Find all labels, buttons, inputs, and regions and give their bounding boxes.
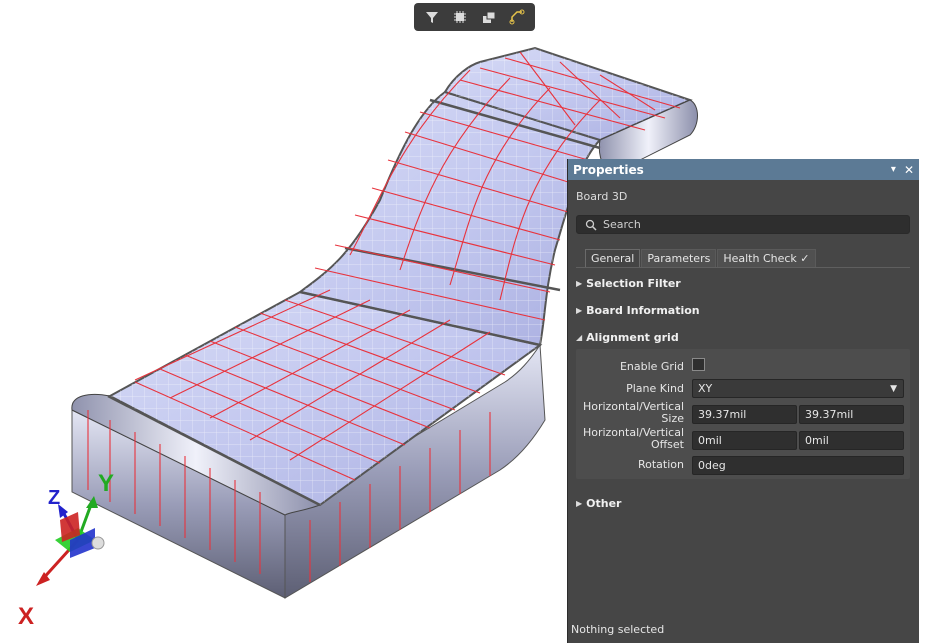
y-axis-label: Y [98,470,115,497]
pin-dropdown-icon[interactable]: ▾ [891,164,896,175]
size-horizontal-value: 39.37mil [698,408,747,421]
tab-general-label: General [591,252,635,265]
rotation-value: 0deg [698,459,726,472]
size-label: Horizontal/Vertical Size [583,401,684,425]
chip-select-icon [454,11,467,23]
chevron-right-icon: ▶ [576,279,583,288]
section-board-information-label: Board Information [586,304,700,317]
offset-label: Horizontal/Vertical Offset [583,427,684,451]
section-other-label: Other [586,497,622,510]
tab-general[interactable]: General [585,249,641,267]
layers-button[interactable] [478,6,500,28]
offset-horizontal-value: 0mil [698,434,722,447]
chip-select-button[interactable] [449,6,471,28]
rotation-field[interactable]: 0deg [692,456,904,475]
route-icon [509,9,525,25]
x-axis-label: X [18,603,35,630]
route-button[interactable] [506,6,528,28]
size-vertical-field[interactable]: 39.37mil [799,405,904,424]
tab-health-check-label: Health Check [723,252,797,265]
close-icon[interactable]: ✕ [904,163,914,177]
panel-title: Properties [573,162,644,177]
plane-kind-label: Plane Kind [626,382,684,395]
enable-grid-label: Enable Grid [619,360,684,373]
check-icon: ✓ [800,252,810,265]
rotation-label: Rotation [637,458,684,471]
section-board-information[interactable]: ▶ Board Information [576,304,700,317]
section-selection-filter-label: Selection Filter [586,277,681,290]
alignment-grid-properties: Enable Grid Plane Kind XY ▼ Horizontal/V… [576,349,910,479]
panel-subtitle: Board 3D [576,190,628,203]
plane-kind-value: XY [698,382,713,395]
size-vertical-value: 39.37mil [805,408,854,421]
chevron-right-icon: ▶ [576,499,583,508]
offset-label-line2: Offset [650,438,684,451]
chevron-right-icon: ▶ [576,306,583,315]
z-axis-label: Z [48,487,61,509]
tab-divider [576,267,910,268]
size-horizontal-field[interactable]: 39.37mil [692,405,797,424]
search-box[interactable] [576,215,910,234]
offset-vertical-value: 0mil [805,434,829,447]
properties-panel: Properties ▾ ✕ Board 3D General Paramete… [567,159,919,643]
chevron-down-icon: ◢ [576,333,583,342]
search-input[interactable] [603,218,903,231]
panel-header: Properties ▾ ✕ [568,159,919,180]
section-selection-filter[interactable]: ▶ Selection Filter [576,277,681,290]
enable-grid-checkbox[interactable] [692,358,705,371]
section-alignment-grid[interactable]: ◢ Alignment grid [576,331,679,344]
filter-button[interactable] [421,6,443,28]
floating-toolbar [414,3,535,31]
search-icon [585,219,597,231]
dropdown-arrow-icon: ▼ [890,383,897,394]
section-other[interactable]: ▶ Other [576,497,621,510]
status-text: Nothing selected [571,623,665,636]
section-alignment-grid-label: Alignment grid [586,331,679,344]
tab-health-check[interactable]: Health Check ✓ [717,249,816,267]
tab-bar: General Parameters Health Check ✓ [585,249,817,267]
tab-parameters[interactable]: Parameters [641,249,717,267]
offset-vertical-field[interactable]: 0mil [799,431,904,450]
offset-horizontal-field[interactable]: 0mil [692,431,797,450]
plane-kind-select[interactable]: XY ▼ [692,379,904,398]
size-label-line2: Size [661,412,684,425]
filter-icon [426,12,439,23]
layers-icon [482,11,496,23]
axis-gizmo[interactable] [36,496,105,586]
tab-parameters-label: Parameters [647,252,711,265]
